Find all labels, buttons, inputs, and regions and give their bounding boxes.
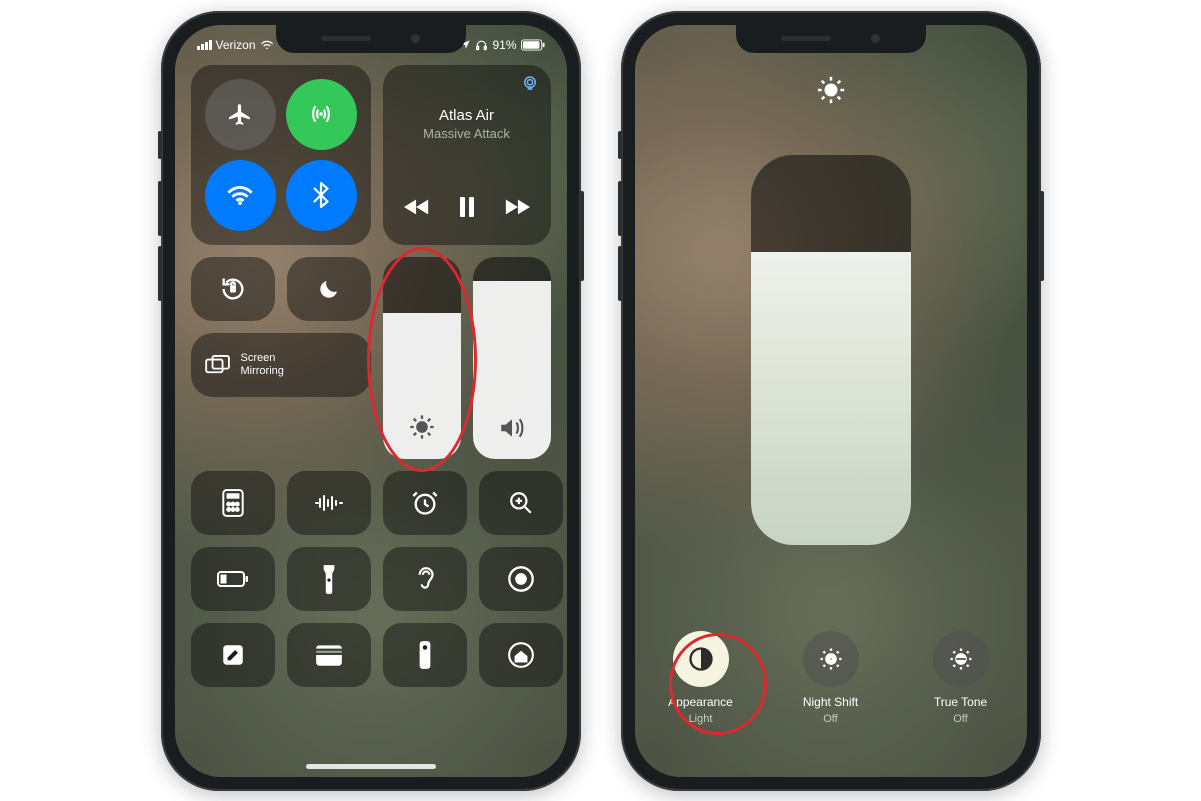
calculator-tile[interactable]	[191, 471, 275, 535]
night-shift-toggle[interactable]: Night Shift Off	[781, 631, 881, 725]
quick-tiles-grid	[191, 471, 551, 687]
control-center: Atlas Air Massive Attack	[191, 65, 551, 757]
media-prev-button[interactable]	[404, 198, 430, 216]
media-next-button[interactable]	[504, 198, 530, 216]
alarm-tile[interactable]	[383, 471, 467, 535]
wallet-tile[interactable]	[287, 623, 371, 687]
home-indicator[interactable]	[306, 764, 436, 769]
rotation-lock-toggle[interactable]	[191, 257, 275, 321]
battery-pct-label: 91%	[492, 38, 516, 52]
screen-right: Appearance Light Night Shift Off True To…	[635, 25, 1027, 777]
iphone-frame-right: Appearance Light Night Shift Off True To…	[621, 11, 1041, 791]
signal-bars-icon	[197, 40, 212, 50]
airplay-icon[interactable]	[521, 75, 539, 91]
mirroring-label-2: Mirroring	[241, 365, 284, 377]
cellular-data-toggle[interactable]	[286, 79, 357, 150]
volume-icon	[498, 415, 526, 441]
notes-tile[interactable]	[191, 623, 275, 687]
brightness-icon	[408, 413, 436, 441]
magnifier-tile[interactable]	[479, 471, 563, 535]
notch	[736, 25, 926, 53]
iphone-frame-left: Verizon 91%	[161, 11, 581, 791]
true-tone-toggle[interactable]: True Tone Off	[911, 631, 1011, 725]
appearance-label: Appearance	[668, 695, 733, 709]
mirroring-label-1: Screen	[241, 352, 284, 364]
airplane-mode-toggle[interactable]	[205, 79, 276, 150]
brightness-options-row: Appearance Light Night Shift Off True To…	[635, 631, 1027, 725]
night-shift-label: Night Shift	[803, 695, 858, 709]
media-artist-label: Massive Attack	[393, 126, 541, 141]
screen-mirroring-button[interactable]: ScreenMirroring	[191, 333, 371, 397]
wifi-toggle[interactable]	[205, 160, 276, 231]
headphones-icon	[475, 39, 488, 51]
remote-tile[interactable]	[383, 623, 467, 687]
voice-memos-tile[interactable]	[287, 471, 371, 535]
appearance-toggle[interactable]: Appearance Light	[651, 631, 751, 725]
low-power-tile[interactable]	[191, 547, 275, 611]
media-pause-button[interactable]	[458, 197, 476, 217]
true-tone-value: Off	[953, 713, 967, 725]
flashlight-tile[interactable]	[287, 547, 371, 611]
do-not-disturb-toggle[interactable]	[287, 257, 371, 321]
wifi-icon	[260, 40, 274, 50]
brightness-slider-expanded[interactable]	[751, 155, 911, 545]
night-shift-icon	[803, 631, 859, 687]
brightness-icon	[816, 75, 846, 105]
true-tone-label: True Tone	[934, 695, 987, 709]
night-shift-value: Off	[823, 713, 837, 725]
volume-slider[interactable]	[473, 257, 551, 459]
hearing-tile[interactable]	[383, 547, 467, 611]
media-track-label: Atlas Air	[393, 107, 541, 124]
appearance-icon	[673, 631, 729, 687]
battery-icon	[521, 39, 545, 51]
screen-record-tile[interactable]	[479, 547, 563, 611]
connectivity-panel[interactable]	[191, 65, 371, 245]
screen-left: Verizon 91%	[175, 25, 567, 777]
home-tile[interactable]	[479, 623, 563, 687]
bluetooth-toggle[interactable]	[286, 160, 357, 231]
true-tone-icon	[933, 631, 989, 687]
carrier-label: Verizon	[216, 38, 256, 52]
media-panel[interactable]: Atlas Air Massive Attack	[383, 65, 551, 245]
brightness-slider[interactable]	[383, 257, 461, 459]
notch	[276, 25, 466, 53]
appearance-value: Light	[689, 713, 713, 725]
